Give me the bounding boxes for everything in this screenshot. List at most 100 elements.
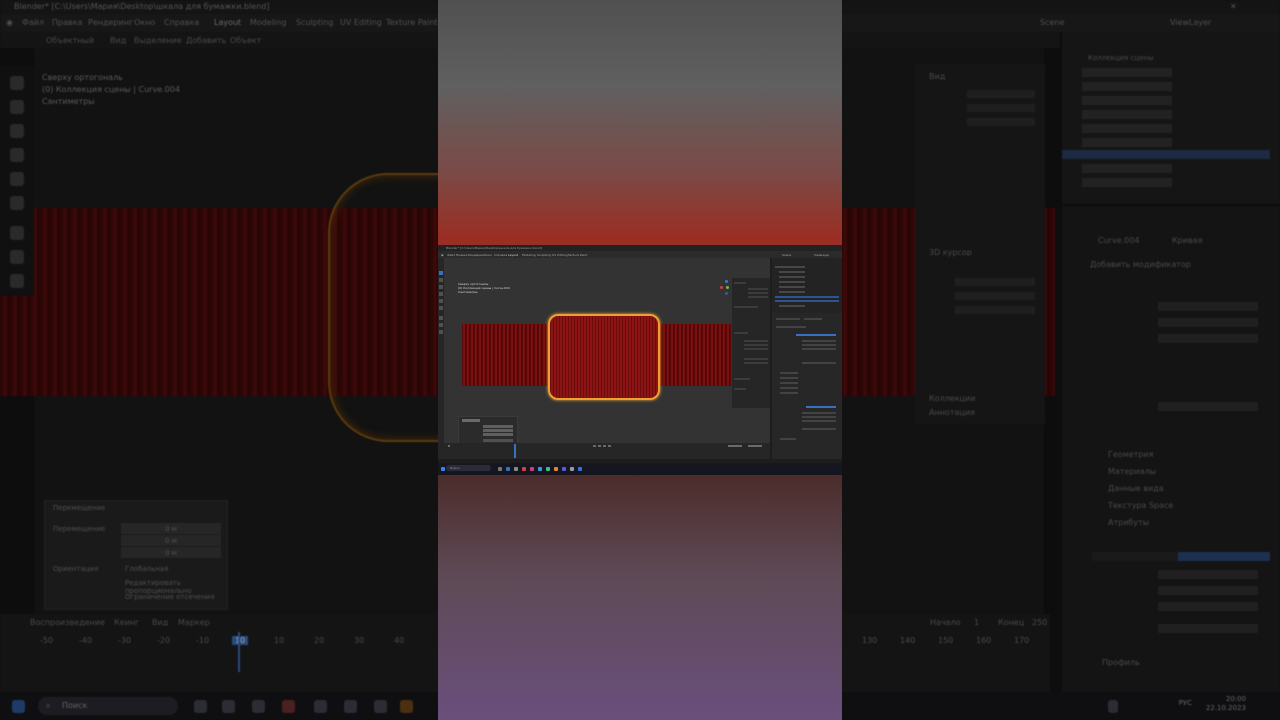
bg-offset-field[interactable] [1158,318,1258,327]
bg-npanel-view-header[interactable]: Вид [929,72,945,81]
bg-outliner-row[interactable] [1082,110,1172,119]
mini-outliner-row[interactable] [779,276,805,278]
bg-outliner-row[interactable] [1082,68,1172,77]
bg-taskbar-search[interactable]: ⌕ Поиск [38,697,178,715]
mini-taper-field[interactable] [802,362,836,364]
mini-outliner-row[interactable] [779,291,805,293]
mini-tab-layout[interactable]: Layout [508,253,518,257]
mini-np-field[interactable] [744,362,768,364]
bg-outliner-selected-row[interactable] [1062,150,1270,159]
mini-play-controls[interactable] [608,445,611,447]
mini-move-x-field[interactable] [483,425,513,428]
mini-play-controls[interactable] [598,445,601,447]
mini-play-controls[interactable] [593,445,596,447]
mini-annotate-tool-icon[interactable] [439,316,443,320]
bg-bevel-tab-active[interactable] [1178,552,1270,561]
mini-section-texture-space[interactable] [780,387,798,389]
bg-menu-help[interactable]: Справка [164,18,199,27]
mini-measure-tool-icon[interactable] [439,323,443,327]
mini-scale-tool-icon[interactable] [439,299,443,303]
bg-tab-modeling[interactable]: Modeling [250,18,286,27]
mini-outliner-row[interactable] [779,305,805,307]
mini-tab-modeling[interactable]: Modeling [522,253,536,257]
bg-clip-end-field[interactable] [967,118,1035,126]
mini-scene-name[interactable]: Scene [782,253,791,257]
bg-timeline-view-menu[interactable]: Вид [152,618,168,627]
bg-taskbar-app-icon[interactable] [374,700,387,713]
mini-outliner-row[interactable] [779,271,805,273]
mini-np-field[interactable] [744,358,768,360]
mini-angle-field[interactable] [802,428,836,430]
bg-scene-name[interactable]: Scene [1040,18,1064,27]
bg-cursor-x-field[interactable] [955,278,1035,286]
bg-playback-menu[interactable]: Воспроизведение [30,618,105,627]
bg-cursor-z-field[interactable] [955,306,1035,314]
mini-menu-window[interactable]: Окно [484,253,492,257]
mini-np-field[interactable] [744,348,768,350]
bg-tab-layout[interactable]: Layout [214,18,241,27]
bg-npanel-collections[interactable]: Коллекции [929,394,975,403]
mini-viewlayer-name[interactable]: ViewLayer [814,253,829,257]
mini-menu-help[interactable]: Справка [494,253,507,257]
mini-taskbar-app-icon[interactable] [570,467,574,471]
mini-extrude-field[interactable] [802,348,836,350]
mini-tab-sculpting[interactable]: Sculpting [537,253,551,257]
rotate-tool-icon[interactable] [10,148,24,162]
bg-mode-selector[interactable]: Объектный [46,36,94,45]
mini-taskbar-app-icon[interactable] [514,467,518,471]
mini-outliner-row[interactable] [779,281,805,283]
mini-windows-start-icon[interactable] [441,467,445,471]
gizmo-y-axis[interactable] [726,286,729,289]
mini-profile-section[interactable] [780,438,796,440]
bg-tab-texture-paint[interactable]: Texture Paint [386,18,438,27]
mini-bevel-width-field[interactable] [802,412,836,414]
bg-tray-clock[interactable]: РУС 20:00 22.10.2023 [1179,695,1246,713]
bg-start-value[interactable]: 1 [974,618,979,627]
mini-section-geometry[interactable] [780,372,798,374]
bg-menu-edit[interactable]: Правка [52,18,82,27]
move-tool-icon[interactable] [10,124,24,138]
bg-playhead[interactable] [238,632,240,672]
annotate-tool-icon[interactable] [10,226,24,240]
select-tool-icon[interactable] [10,76,24,90]
mini-tab-uv[interactable]: UV Editing [552,253,568,257]
mini-np-field[interactable] [734,306,758,308]
bg-outliner-row[interactable] [1082,124,1172,133]
cursor-tool-icon[interactable] [10,100,24,114]
mini-transform-tool-icon[interactable] [439,306,443,310]
bg-menu-window[interactable]: Окно [134,18,155,27]
mini-outliner-selected-row[interactable] [775,296,839,298]
bg-marker-menu[interactable]: Маркер [178,618,210,627]
mini-start-field[interactable] [728,445,742,447]
windows-start-icon[interactable] [12,700,25,713]
bg-end-value[interactable]: 250 [1032,618,1047,627]
mini-np-field[interactable] [744,344,768,346]
bg-outliner-row[interactable] [1082,164,1172,173]
mini-taskbar-app-icon[interactable] [506,467,510,471]
mini-add-cube-tool-icon[interactable] [439,330,443,334]
bg-section-viewport[interactable]: Данные вида [1108,480,1173,497]
mini-move-y-field[interactable] [483,429,513,432]
bg-npanel-annotations[interactable]: Аннотация [929,408,975,417]
mini-move-z-field[interactable] [483,433,513,436]
mini-offset-field[interactable] [802,344,836,346]
mini-outliner-row[interactable] [779,286,805,288]
bg-fill-mode-field[interactable] [1158,302,1258,311]
bg-taper-field[interactable] [1158,402,1258,411]
mini-taskbar-app-icon[interactable] [546,467,550,471]
bg-viewlayer-name[interactable]: ViewLayer [1170,18,1211,27]
mini-orientation-field[interactable] [483,439,513,442]
mini-bevel-resolution-field[interactable] [802,420,836,422]
mini-np-header[interactable] [734,388,746,390]
bg-current-frame[interactable]: 10 [232,636,249,645]
bg-outliner-row[interactable] [1082,138,1172,147]
mini-np-header[interactable] [734,282,746,284]
bg-bevel-depth-field[interactable] [1158,586,1258,595]
mini-menu-render[interactable]: Рендеринг [468,253,485,257]
bg-outliner-row[interactable] [1082,82,1172,91]
mini-bevel-depth-field[interactable] [802,416,836,418]
bg-menu-render[interactable]: Рендеринг [88,18,133,27]
mini-section-viewport[interactable] [780,382,798,384]
mini-np-header[interactable] [734,332,748,334]
bg-taskbar-app-icon[interactable] [222,700,235,713]
